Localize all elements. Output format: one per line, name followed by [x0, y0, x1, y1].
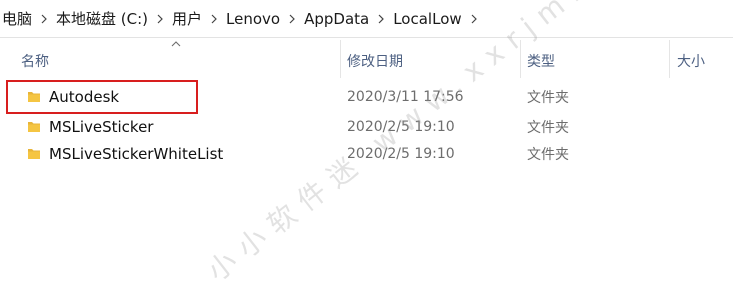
breadcrumb-item-users[interactable]: 用户 [170, 0, 204, 38]
file-name: MSLiveStickerWhiteList [49, 145, 224, 163]
chevron-right-icon[interactable] [150, 0, 170, 38]
column-size-label: 大小 [677, 54, 705, 70]
column-type-label: 类型 [527, 54, 555, 70]
chevron-right-icon[interactable] [464, 0, 484, 38]
breadcrumb-label: AppData [304, 9, 370, 28]
chevron-right-icon[interactable] [282, 0, 302, 38]
breadcrumb-label: 电脑 [2, 10, 33, 28]
breadcrumb-label: LocalLow [393, 9, 462, 28]
column-header-name[interactable]: 名称 [21, 38, 49, 84]
column-header-size[interactable]: 大小 [677, 38, 705, 84]
highlight-annotation [6, 80, 198, 114]
breadcrumb-label: Lenovo [226, 9, 281, 28]
file-row-mslivesticker[interactable]: MSLiveSticker 2020/2/5 19:10 文件夹 [16, 114, 716, 140]
breadcrumb-item-pc[interactable]: 电脑 [0, 0, 34, 38]
explorer-window: 电脑 本地磁盘 (C:) 用户 Lenovo AppData LocalLow … [0, 0, 733, 282]
sort-ascending-icon [171, 41, 181, 47]
column-divider[interactable] [520, 40, 521, 78]
chevron-right-icon[interactable] [34, 0, 54, 38]
column-header: 名称 修改日期 类型 大小 [0, 38, 733, 84]
folder-icon [28, 122, 40, 132]
chevron-right-icon[interactable] [204, 0, 224, 38]
column-header-date[interactable]: 修改日期 [347, 38, 403, 84]
column-name-label: 名称 [21, 54, 49, 70]
column-divider[interactable] [669, 40, 670, 78]
file-type: 文件夹 [527, 147, 569, 163]
breadcrumb-item-appdata[interactable]: AppData [302, 0, 371, 38]
breadcrumb-label: 本地磁盘 (C:) [56, 10, 149, 28]
file-name: MSLiveSticker [49, 118, 154, 136]
file-type: 文件夹 [527, 120, 569, 136]
file-date: 2020/3/11 17:56 [347, 89, 464, 105]
chevron-right-icon[interactable] [371, 0, 391, 38]
breadcrumb: 电脑 本地磁盘 (C:) 用户 Lenovo AppData LocalLow [0, 0, 733, 38]
column-date-label: 修改日期 [347, 54, 403, 70]
breadcrumb-item-lenovo[interactable]: Lenovo [224, 0, 282, 38]
breadcrumb-item-local-disk[interactable]: 本地磁盘 (C:) [54, 0, 150, 38]
breadcrumb-item-locallow[interactable]: LocalLow [391, 0, 463, 38]
file-date: 2020/2/5 19:10 [347, 119, 455, 135]
file-row-mslivestickerwhitelist[interactable]: MSLiveStickerWhiteList 2020/2/5 19:10 文件… [16, 141, 716, 167]
column-divider[interactable] [340, 40, 341, 78]
column-header-type[interactable]: 类型 [527, 38, 555, 84]
breadcrumb-label: 用户 [172, 10, 203, 28]
folder-icon [28, 149, 40, 159]
file-date: 2020/2/5 19:10 [347, 146, 455, 162]
file-type: 文件夹 [527, 90, 569, 106]
